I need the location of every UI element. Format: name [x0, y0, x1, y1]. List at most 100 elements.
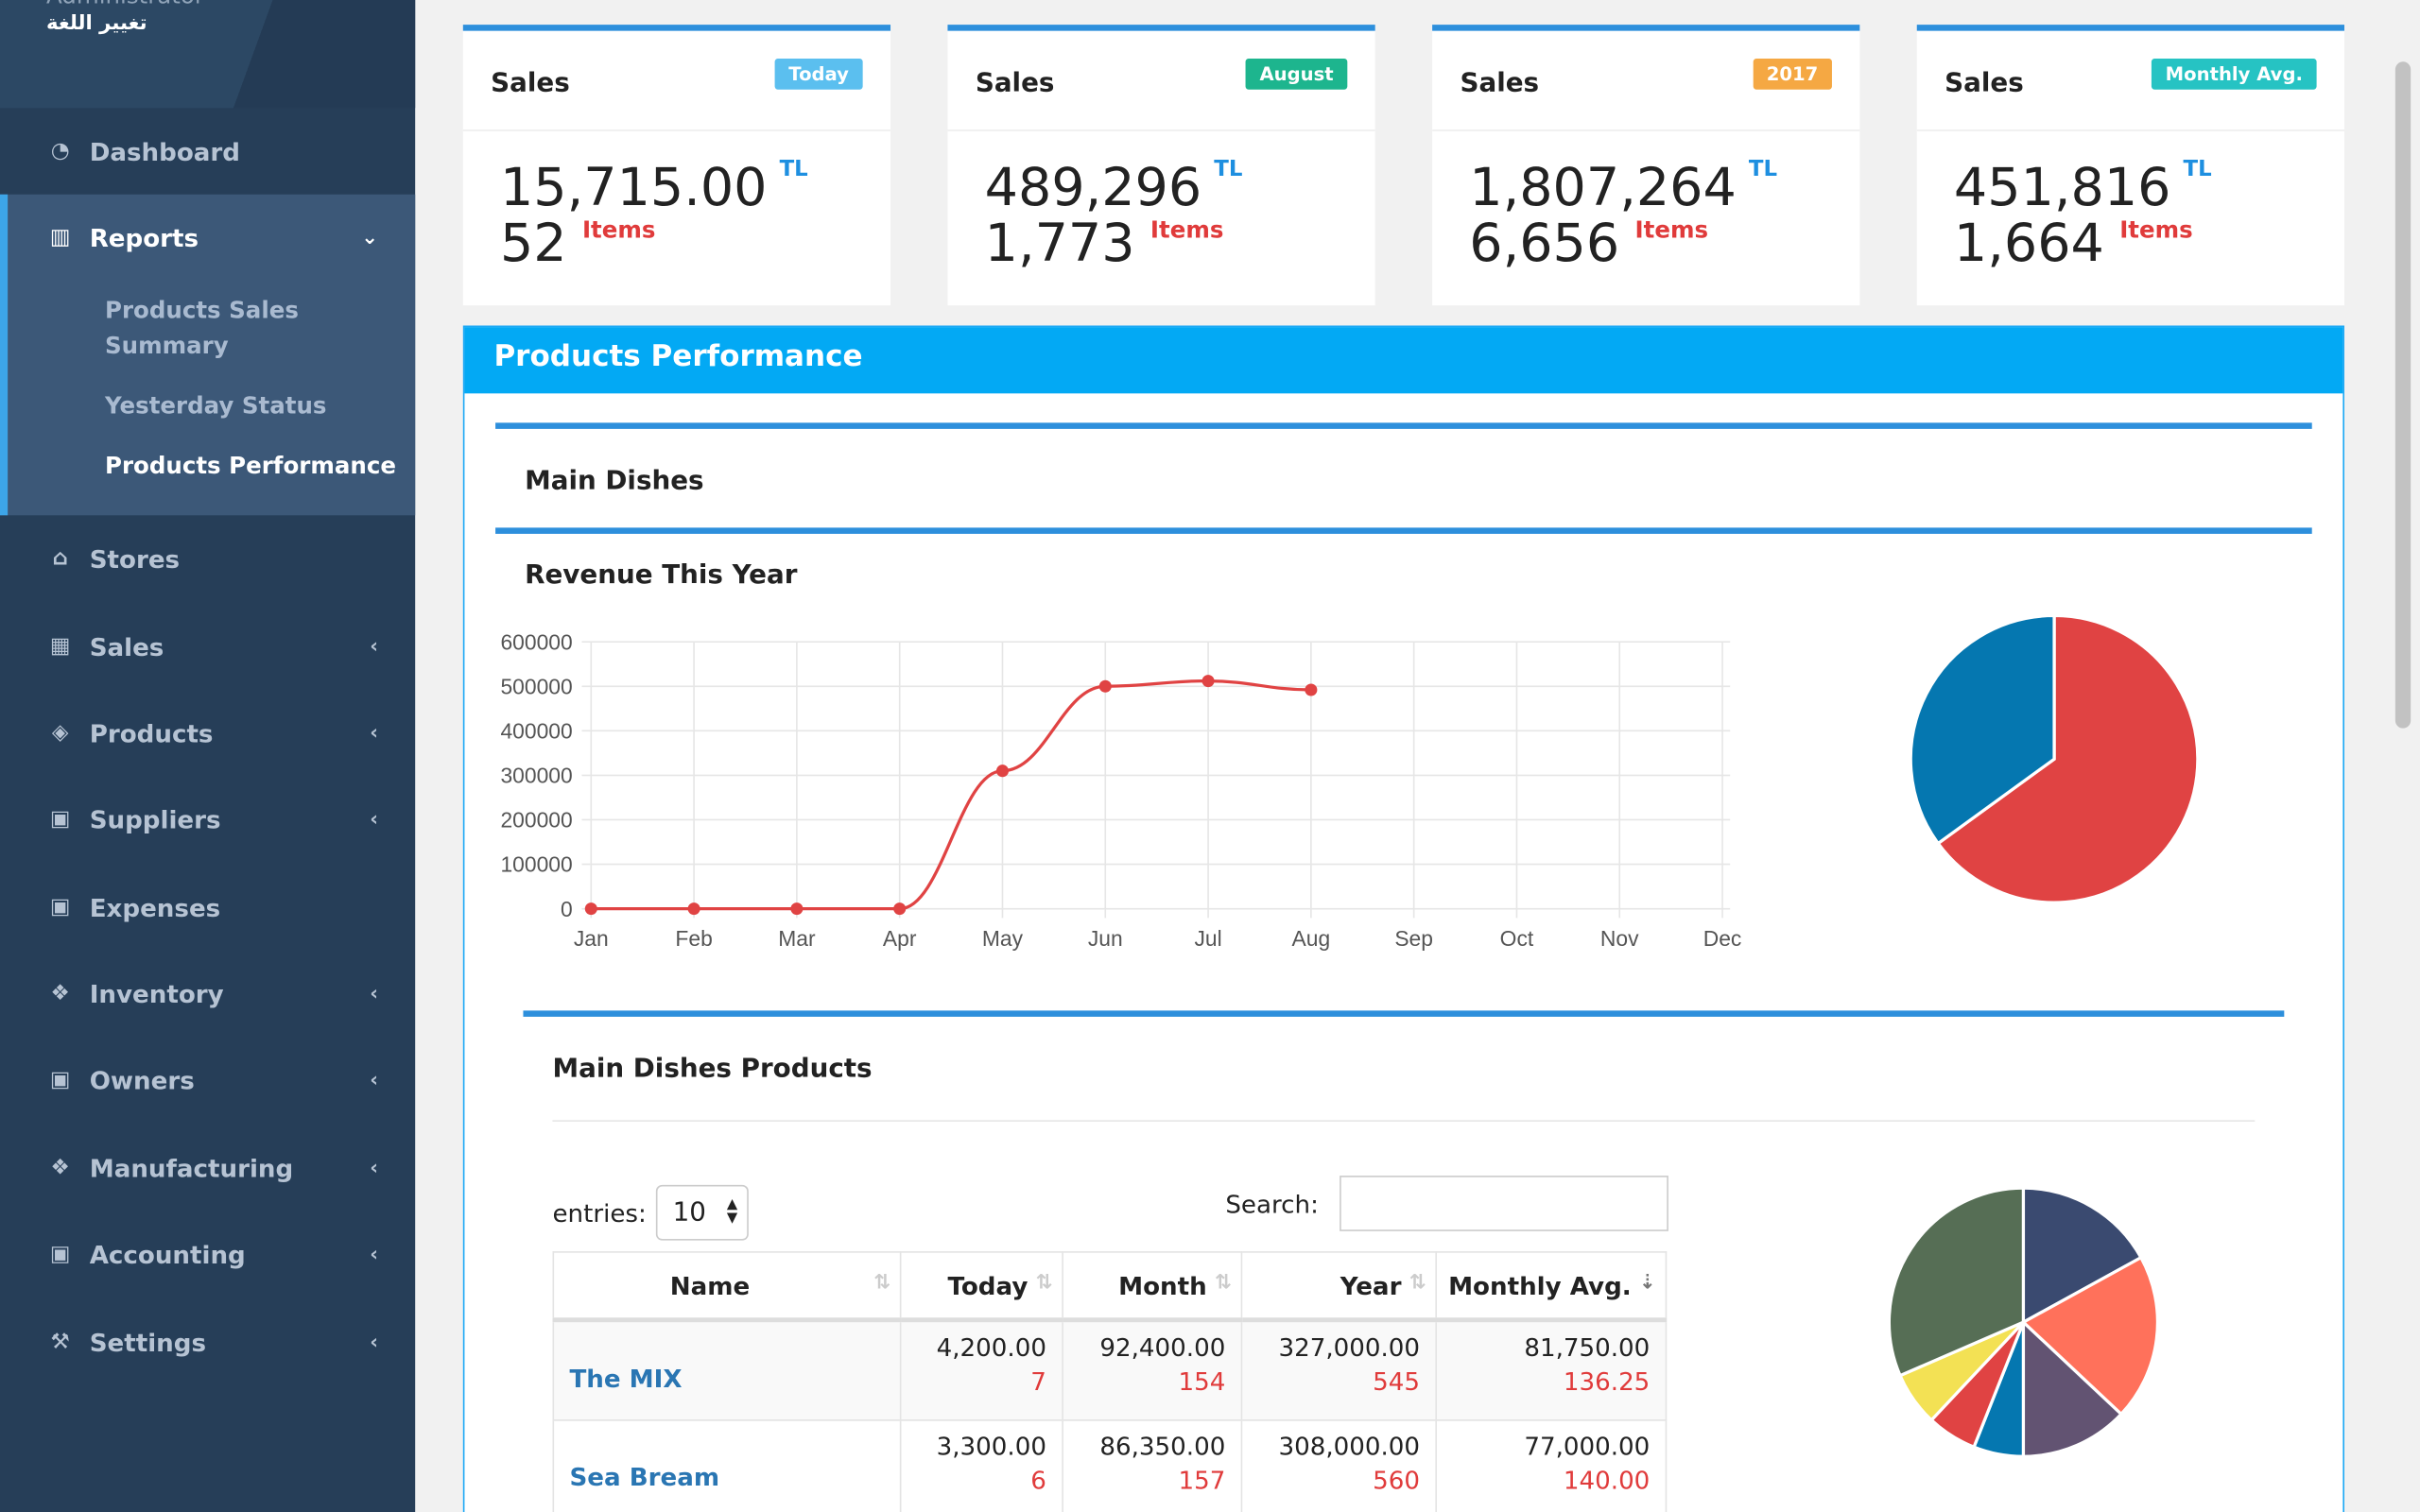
- y-tick-label: 600000: [500, 629, 572, 654]
- count-value: 1,664: [1953, 213, 2104, 275]
- cell-year: 327,000.00 545: [1240, 1318, 1437, 1421]
- search-control: Search:: [1225, 1176, 1669, 1231]
- sidebar-item-suppliers[interactable]: ▣ Suppliers ‹: [0, 788, 415, 850]
- column-header-today[interactable]: Today ⇅: [899, 1251, 1063, 1323]
- sidebar-item-accounting[interactable]: ▣ Accounting ‹: [0, 1224, 415, 1285]
- quantity: 560: [1373, 1466, 1421, 1496]
- user-name[interactable]: Administrator: [46, 0, 204, 9]
- chart-title: Revenue This Year: [525, 559, 798, 592]
- sidebar-item-stores[interactable]: ⌂ Stores: [0, 527, 415, 589]
- chevron-left-icon: ‹: [370, 1331, 378, 1354]
- items-label: Items: [1634, 215, 1709, 244]
- divider: [552, 1120, 2256, 1122]
- card-title: Sales: [1460, 67, 1540, 99]
- period-badge: August: [1245, 59, 1348, 90]
- chevron-left-icon: ‹: [370, 1243, 378, 1266]
- subitem-products-performance[interactable]: Products Performance: [105, 449, 396, 485]
- count-value: 52: [499, 213, 567, 275]
- revenue-line-chart: 0 100000 200000 300000 400000 500000 600000 Jan…: [500, 629, 1741, 951]
- scrollbar[interactable]: [2394, 0, 2412, 1512]
- sidebar-item-label: Owners: [89, 1065, 195, 1095]
- items-count: 1,664 Items: [1954, 213, 2193, 274]
- sort-desc-icon: ⇣: [1639, 1271, 1656, 1295]
- select-arrows-icon: ▲ ▼: [726, 1196, 738, 1227]
- cell-month: 92,400.00 154: [1062, 1318, 1243, 1421]
- sort-icon: ⇅: [1215, 1271, 1232, 1295]
- count-value: 6,656: [1469, 213, 1620, 275]
- user-panel: Administrator تغيير اللغة: [0, 0, 416, 109]
- sidebar-item-expenses[interactable]: ▣ Expenses: [0, 876, 415, 937]
- cubes-icon: ❖: [50, 1155, 70, 1180]
- sidebar-item-sales[interactable]: ▦ Sales ‹: [0, 615, 415, 677]
- amount: 86,350.00: [1099, 1432, 1226, 1462]
- sidebar-item-label: Manufacturing: [89, 1153, 294, 1183]
- money-icon: ▣: [49, 894, 71, 920]
- quantity: 7: [1030, 1366, 1046, 1397]
- sidebar-item-label: Suppliers: [89, 804, 221, 834]
- sidebar-item-manufacturing[interactable]: ❖ Manufacturing ‹: [0, 1137, 415, 1198]
- amount-value: 1,807,264: [1469, 157, 1737, 219]
- x-tick-label: Sep: [1394, 926, 1433, 951]
- sidebar-item-dashboard[interactable]: ◔ Dashboard: [0, 120, 415, 181]
- products-table: Name ⇅ Today ⇅ Month ⇅ Year ⇅ Monthly Avg. ⇣ …: [552, 1251, 1668, 1512]
- table-row: The MIX 4,200.00 7 92,400.00 154 327,000.00 5…: [552, 1318, 1668, 1421]
- cell-month: 86,350.00 157: [1062, 1419, 1243, 1512]
- product-name-link[interactable]: Sea Bream: [569, 1463, 719, 1492]
- sales-card: Sales Today 15,715.00 TL 52 Items: [462, 25, 891, 306]
- y-tick-label: 100000: [500, 852, 572, 877]
- x-tick-label: Aug: [1292, 926, 1331, 951]
- scrollbar-thumb[interactable]: [2394, 61, 2411, 729]
- sidebar-item-products[interactable]: ◈ Products ‹: [0, 702, 415, 764]
- entries-select[interactable]: 10 ▲ ▼: [655, 1184, 749, 1241]
- items-label: Items: [581, 215, 656, 244]
- data-point: [1305, 683, 1318, 696]
- sidebar-item-label: Settings: [89, 1327, 207, 1357]
- y-tick-label: 300000: [500, 764, 572, 788]
- data-point: [893, 902, 907, 916]
- change-language-link[interactable]: تغيير اللغة: [46, 12, 147, 35]
- column-header-name[interactable]: Name ⇅: [552, 1251, 902, 1323]
- column-header-monthly-avg[interactable]: Monthly Avg. ⇣: [1435, 1251, 1668, 1323]
- sort-icon: ⇅: [873, 1271, 891, 1295]
- sidebar-item-settings[interactable]: ⚒ Settings ‹: [0, 1312, 415, 1373]
- subitem-yesterday-status[interactable]: Yesterday Status: [105, 388, 326, 424]
- entries-value: 10: [672, 1196, 706, 1228]
- amount-value: 451,816: [1953, 157, 2171, 219]
- main-content: Sales Today 15,715.00 TL 52 Items Sales Au…: [415, 0, 2420, 1512]
- search-input[interactable]: [1340, 1176, 1669, 1231]
- column-header-month[interactable]: Month ⇅: [1062, 1251, 1243, 1323]
- data-point: [584, 902, 597, 916]
- sidebar-item-label: Products: [89, 717, 214, 748]
- chevron-left-icon: ‹: [370, 1156, 378, 1180]
- home-icon: ⌂: [52, 545, 68, 572]
- data-point: [790, 902, 804, 916]
- currency-label: TL: [2183, 157, 2212, 182]
- chevron-left-icon: ‹: [370, 721, 378, 745]
- sales-amount: 451,816 TL: [1954, 158, 2212, 219]
- sales-card: Sales 2017 1,807,264 TL 6,656 Items: [1432, 25, 1860, 306]
- sidebar-item-label: Dashboard: [89, 136, 241, 166]
- column-header-year[interactable]: Year ⇅: [1240, 1251, 1437, 1323]
- calculator-icon: ▦: [49, 634, 71, 660]
- subitem-products-sales-summary[interactable]: Products Sales Summary: [105, 293, 337, 364]
- sales-card: Sales August 489,296 TL 1,773 Items: [947, 25, 1375, 306]
- currency-label: TL: [1214, 157, 1243, 182]
- bar-chart-icon: ▥: [49, 225, 71, 250]
- sidebar-item-owners[interactable]: ▣ Owners ‹: [0, 1049, 415, 1110]
- sidebar-item-reports[interactable]: ▥ Reports ⌄: [0, 207, 415, 268]
- header-label: Month: [1118, 1270, 1207, 1300]
- x-tick-label: May: [982, 926, 1024, 951]
- divider: [495, 422, 2312, 429]
- products-pie-chart: [1887, 1186, 2160, 1458]
- y-tick-label: 400000: [500, 718, 572, 743]
- cell-today: 4,200.00 7: [899, 1318, 1063, 1421]
- x-tick-label: Nov: [1600, 926, 1639, 951]
- cell-year: 308,000.00 560: [1240, 1419, 1437, 1512]
- amount: 4,200.00: [936, 1332, 1046, 1363]
- sidebar-item-label: Inventory: [89, 978, 224, 1008]
- period-badge: 2017: [1753, 59, 1832, 90]
- wrench-icon: ⚒: [50, 1330, 70, 1355]
- sidebar-item-inventory[interactable]: ❖ Inventory ‹: [0, 963, 415, 1024]
- product-name-link[interactable]: The MIX: [569, 1363, 682, 1392]
- x-tick-label: Apr: [883, 926, 917, 951]
